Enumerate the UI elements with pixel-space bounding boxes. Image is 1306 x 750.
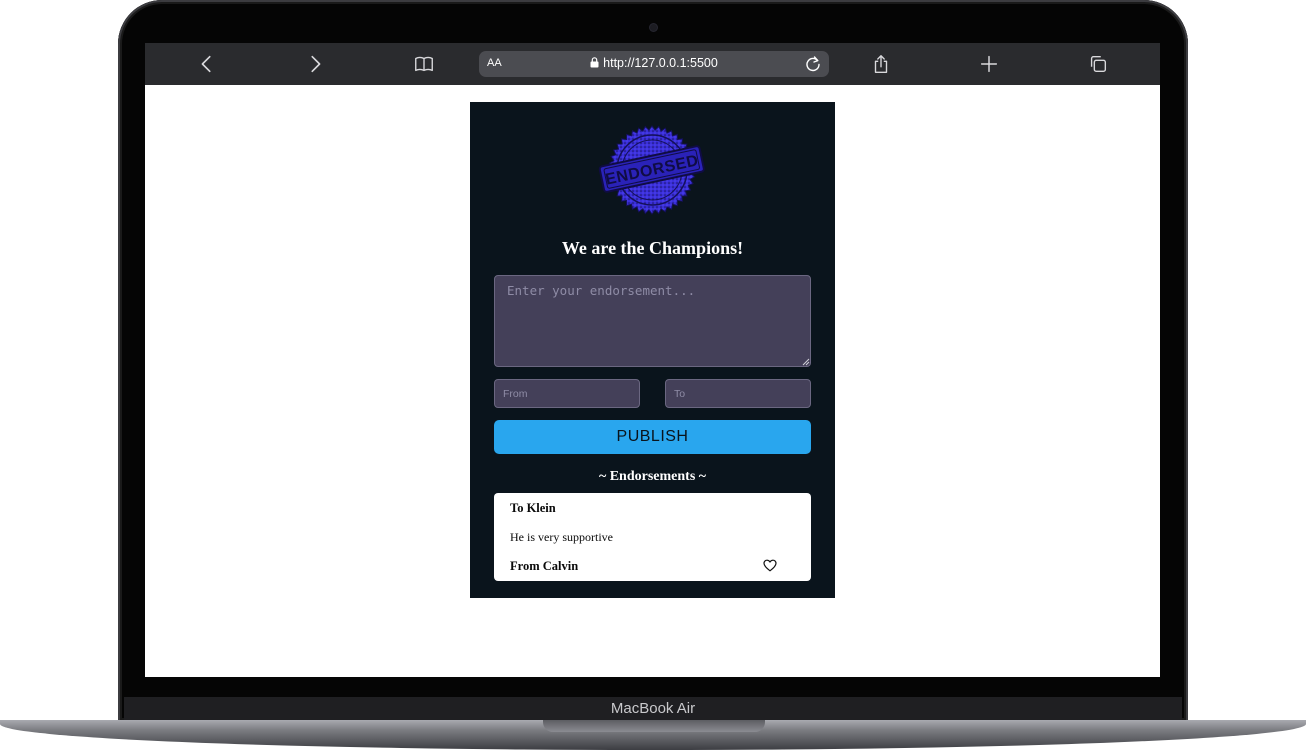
to-field[interactable]	[665, 379, 811, 408]
bookmarks-icon[interactable]	[412, 52, 436, 76]
endorsement-card: To Klein He is very supportive From Calv…	[494, 493, 811, 581]
endorsement-to: To Klein	[510, 501, 556, 515]
share-icon[interactable]	[869, 52, 893, 76]
endorsement-from: From Calvin	[510, 559, 579, 573]
laptop-notch	[543, 720, 765, 732]
heart-outline-icon[interactable]	[763, 559, 777, 572]
endorsements-heading: ~ Endorsements ~	[598, 469, 707, 484]
resize-grip-icon[interactable]	[801, 357, 810, 366]
camera	[650, 24, 657, 31]
browser-screen: AA http://127.0.0.1:5500 ENDORSED We are…	[145, 43, 1160, 677]
tabs-icon[interactable]	[1086, 52, 1110, 76]
browser-toolbar: AA http://127.0.0.1:5500	[145, 43, 1160, 85]
device-label: MacBook Air	[610, 700, 696, 717]
address-bar[interactable]: AA http://127.0.0.1:5500	[479, 51, 829, 77]
lock-icon	[590, 57, 599, 71]
publish-button[interactable]: PUBLISH	[494, 420, 811, 454]
reload-icon[interactable]	[803, 54, 823, 74]
endorsed-stamp-logo: ENDORSED	[598, 125, 705, 215]
forward-icon[interactable]	[303, 52, 327, 76]
back-icon[interactable]	[195, 52, 219, 76]
from-field[interactable]	[494, 379, 640, 408]
champions-app: ENDORSED We are the Champions! PUBLISH ~…	[470, 102, 835, 598]
url-text: http://127.0.0.1:5500	[603, 56, 718, 70]
new-tab-icon[interactable]	[977, 52, 1001, 76]
endorsement-message: He is very supportive	[510, 530, 613, 544]
endorsement-textarea[interactable]	[494, 275, 811, 367]
page-title: We are the Champions!	[561, 238, 744, 258]
